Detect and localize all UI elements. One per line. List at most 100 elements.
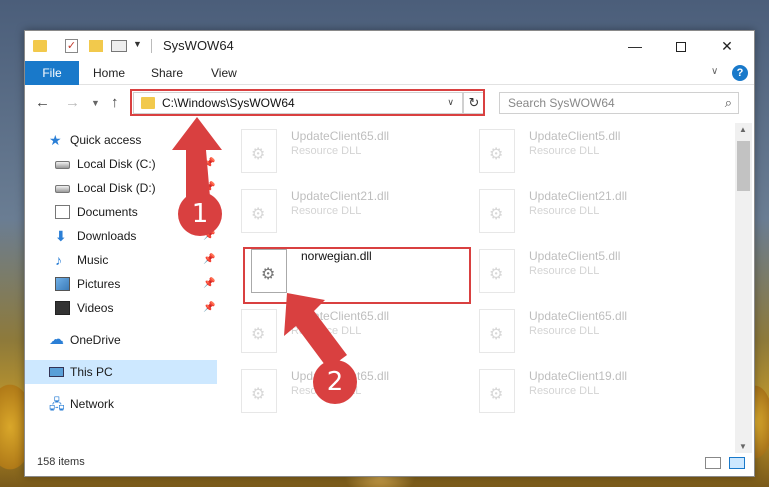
up-arrow-icon[interactable]: ↑ bbox=[111, 94, 119, 111]
sidebar-item-network[interactable]: 🖧 Network bbox=[25, 392, 217, 416]
quick-access-toolbar-icon[interactable] bbox=[111, 40, 127, 52]
pin-icon[interactable]: 📌 bbox=[203, 272, 215, 296]
sidebar-item-label: Pictures bbox=[77, 277, 121, 291]
sidebar-item-label: Videos bbox=[77, 301, 114, 315]
window-title: SysWOW64 bbox=[163, 38, 234, 53]
sidebar-item-videos[interactable]: Videos 📌 bbox=[25, 296, 217, 320]
file-name: UpdateClient5.dll bbox=[529, 129, 621, 143]
sidebar-item-label: Documents bbox=[77, 205, 138, 219]
minimize-button[interactable]: — bbox=[612, 31, 658, 61]
file-description: Resource DLL bbox=[529, 325, 600, 337]
pictures-icon bbox=[55, 277, 70, 291]
forward-arrow-icon[interactable]: → bbox=[65, 94, 80, 111]
search-icon[interactable]: ⌕ bbox=[725, 95, 732, 111]
tab-view[interactable]: View bbox=[203, 61, 245, 85]
customize-toolbar-chevron-icon[interactable]: ▼ bbox=[133, 39, 142, 55]
file-description: Resource DLL bbox=[529, 265, 600, 277]
tab-file[interactable]: File bbox=[25, 61, 79, 85]
step-1-badge: 1 bbox=[178, 192, 222, 236]
tab-home[interactable]: Home bbox=[85, 61, 133, 85]
scroll-up-icon[interactable]: ▲ bbox=[739, 125, 747, 134]
search-placeholder: Search SysWOW64 bbox=[508, 96, 615, 110]
gear-icon: ⚙ bbox=[251, 326, 266, 343]
pin-icon[interactable]: 📌 bbox=[203, 248, 215, 272]
network-icon: 🖧 bbox=[49, 396, 65, 412]
file-item[interactable]: ⚙ UpdateClient21.dll Resource DLL bbox=[237, 183, 469, 239]
dll-file-icon: ⚙ bbox=[241, 129, 277, 173]
file-item[interactable]: ⚙ UpdateClient65.dll Resource DLL bbox=[237, 123, 469, 179]
details-view-icon[interactable] bbox=[705, 457, 721, 469]
dll-file-icon: ⚙ bbox=[241, 189, 277, 233]
pin-icon[interactable]: 📌 bbox=[203, 152, 215, 176]
gear-icon: ⚙ bbox=[251, 386, 266, 403]
pin-icon[interactable]: 📌 bbox=[203, 296, 215, 320]
search-input[interactable]: Search SysWOW64 ⌕ bbox=[499, 92, 739, 114]
sidebar-item-label: Quick access bbox=[70, 133, 142, 147]
help-icon[interactable]: ? bbox=[732, 65, 748, 81]
file-name: UpdateClient65.dll bbox=[291, 309, 390, 323]
gear-icon: ⚙ bbox=[489, 326, 504, 343]
gear-icon: ⚙ bbox=[489, 206, 504, 223]
sidebar-item-label: OneDrive bbox=[70, 333, 121, 347]
file-item[interactable]: ⚙ UpdateClient5.dll Resource DLL bbox=[475, 123, 707, 179]
properties-check-icon[interactable]: ✓ bbox=[65, 39, 78, 53]
file-item[interactable]: ⚙ UpdateClient19.dll Resource DLL bbox=[475, 363, 707, 419]
file-item[interactable]: ⚙ UpdateClient65.dll Resource DLL bbox=[237, 303, 469, 359]
file-explorer-window: ✓ ▼ SysWOW64 — ✕ File Home Share View ∨ … bbox=[24, 30, 755, 477]
file-name: UpdateClient21.dll bbox=[291, 189, 390, 203]
videos-icon bbox=[55, 301, 70, 315]
sidebar-item-label: Music bbox=[77, 253, 109, 267]
dll-file-icon: ⚙ bbox=[479, 189, 515, 233]
file-item[interactable]: ⚙ UpdateClient65.dll Resource DLL bbox=[475, 303, 707, 359]
maximize-icon bbox=[676, 42, 686, 53]
sidebar-item-label: Downloads bbox=[77, 229, 137, 243]
file-highlight-box bbox=[243, 247, 471, 304]
gear-icon: ⚙ bbox=[251, 146, 266, 163]
dll-file-icon: ⚙ bbox=[241, 309, 277, 353]
file-description: Resource DLL bbox=[529, 205, 600, 217]
sidebar-item-label: Local Disk (C:) bbox=[77, 157, 156, 171]
recent-locations-chevron-icon[interactable]: ▼ bbox=[91, 98, 100, 108]
file-item[interactable]: ⚙ UpdateClient21.dll Resource DLL bbox=[475, 183, 707, 239]
large-icons-view-icon[interactable] bbox=[729, 457, 745, 469]
status-bar: 158 items bbox=[25, 452, 754, 476]
file-name: UpdateClient65.dll bbox=[291, 129, 390, 143]
disk-icon bbox=[55, 185, 70, 193]
navigation-pane: ★ Quick access Local Disk (C:) 📌 Local D… bbox=[25, 126, 217, 446]
scroll-down-icon[interactable]: ▼ bbox=[739, 442, 747, 451]
sidebar-item-pictures[interactable]: Pictures 📌 bbox=[25, 272, 217, 296]
expand-ribbon-chevron-icon[interactable]: ∨ bbox=[711, 66, 718, 77]
file-name: UpdateClient65.dll bbox=[529, 309, 628, 323]
vertical-scrollbar[interactable]: ▲ ▼ bbox=[735, 123, 752, 453]
file-name: UpdateClient19.dll bbox=[529, 369, 628, 383]
maximize-button[interactable] bbox=[658, 31, 704, 61]
tab-share[interactable]: Share bbox=[143, 61, 191, 85]
file-description: Resource DLL bbox=[291, 325, 362, 337]
back-arrow-icon[interactable]: ← bbox=[35, 94, 50, 111]
sidebar-item-label: This PC bbox=[70, 365, 113, 379]
file-item[interactable]: ⚙ UpdateClient5.dll Resource DLL bbox=[475, 243, 707, 299]
title-divider bbox=[151, 39, 152, 53]
close-button[interactable]: ✕ bbox=[704, 31, 750, 61]
sidebar-item-label: Network bbox=[70, 397, 115, 411]
item-count: 158 items bbox=[37, 456, 85, 468]
gear-icon: ⚙ bbox=[489, 266, 504, 283]
file-name: UpdateClient21.dll bbox=[529, 189, 628, 203]
dll-file-icon: ⚙ bbox=[479, 369, 515, 413]
file-description: Resource DLL bbox=[529, 385, 600, 397]
gear-icon: ⚙ bbox=[489, 386, 504, 403]
dll-file-icon: ⚙ bbox=[479, 249, 515, 293]
sidebar-item-quick-access[interactable]: ★ Quick access bbox=[25, 128, 217, 152]
sidebar-item-label: Local Disk (D:) bbox=[77, 181, 156, 195]
navigation-bar: ← → ▼ ↑ C:\Windows\SysWOW64 ∨ ↻ Search S… bbox=[25, 86, 754, 120]
title-bar: ✓ ▼ SysWOW64 — ✕ bbox=[25, 31, 754, 61]
scrollbar-thumb[interactable] bbox=[737, 141, 750, 191]
sidebar-item-this-pc[interactable]: This PC bbox=[25, 360, 217, 384]
sidebar-item-music[interactable]: ♪ Music 📌 bbox=[25, 248, 217, 272]
gear-icon: ⚙ bbox=[251, 206, 266, 223]
sidebar-item-local-disk-c[interactable]: Local Disk (C:) 📌 bbox=[25, 152, 217, 176]
sidebar-item-onedrive[interactable]: ☁ OneDrive bbox=[25, 328, 217, 352]
documents-icon bbox=[55, 205, 70, 219]
new-folder-icon[interactable] bbox=[89, 40, 103, 52]
file-description: Resource DLL bbox=[291, 145, 362, 157]
